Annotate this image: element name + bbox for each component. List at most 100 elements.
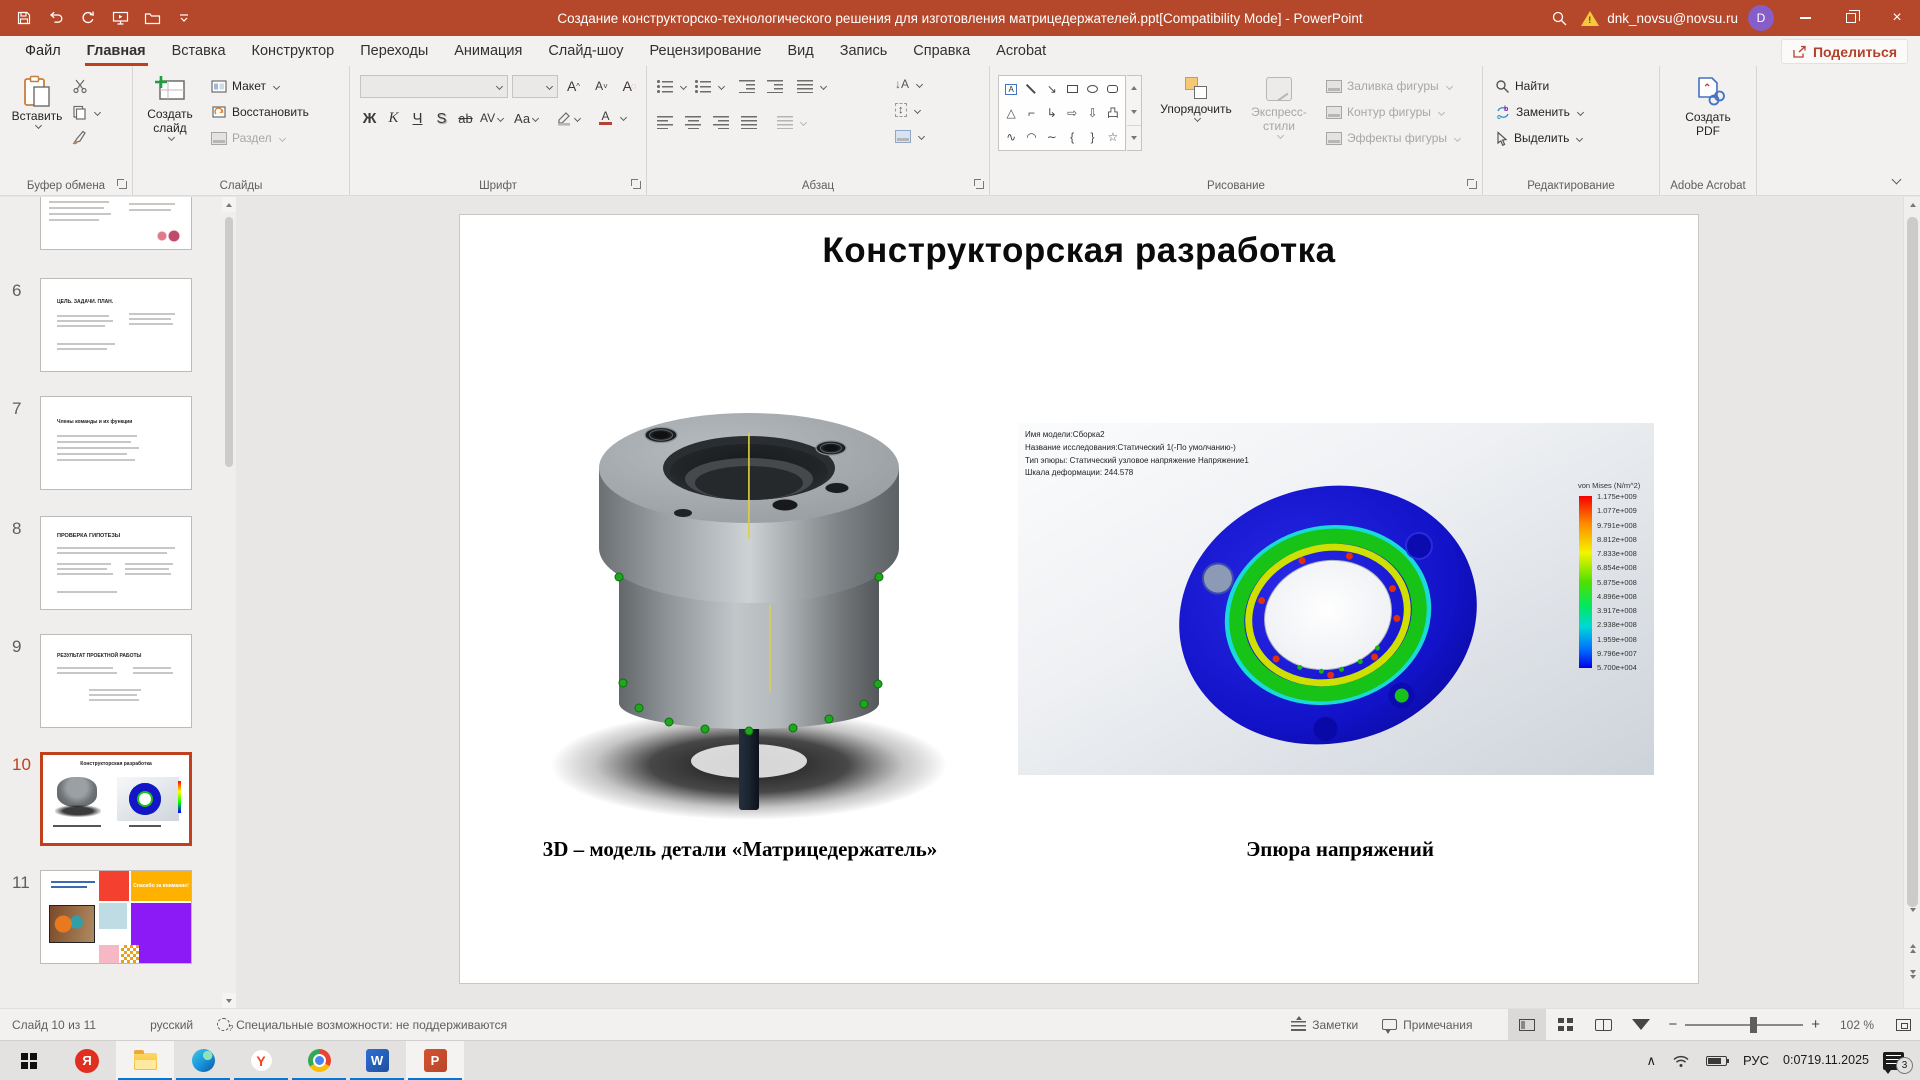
character-spacing-button[interactable]: AV xyxy=(480,106,503,130)
close-button[interactable]: × xyxy=(1874,0,1920,36)
italic-button[interactable]: К xyxy=(382,106,405,130)
tab-slideshow[interactable]: Слайд-шоу xyxy=(535,36,636,66)
tab-help[interactable]: Справка xyxy=(900,36,983,66)
justify-button[interactable] xyxy=(741,110,757,134)
slideshow-view-button[interactable] xyxy=(1622,1009,1660,1041)
notification-center-button[interactable]: 3 xyxy=(1875,1041,1920,1080)
format-painter-button[interactable] xyxy=(72,126,88,150)
copy-button[interactable] xyxy=(72,100,100,124)
shapes-more-button[interactable] xyxy=(1127,125,1141,150)
language-tray-indicator[interactable]: РУС xyxy=(1735,1041,1777,1080)
align-right-button[interactable] xyxy=(713,110,729,134)
caption-3d-model[interactable]: 3D – модель детали «Матрицедержатель» xyxy=(500,837,980,862)
share-button[interactable]: Поделиться xyxy=(1781,39,1908,64)
next-slide-button[interactable] xyxy=(1905,966,1920,982)
slide-thumbnail-10-selected[interactable]: Конструкторская разработка xyxy=(40,752,192,846)
taskbar-edge[interactable] xyxy=(174,1041,232,1080)
new-slide-button[interactable]: Создать слайд xyxy=(139,70,201,140)
layout-button[interactable]: Макет xyxy=(211,74,279,98)
wifi-icon[interactable] xyxy=(1664,1041,1698,1080)
notes-button[interactable]: Заметки xyxy=(1279,1009,1370,1040)
scroll-up-button[interactable] xyxy=(1905,197,1920,213)
zoom-slider[interactable] xyxy=(1685,1024,1803,1026)
align-center-button[interactable] xyxy=(685,110,701,134)
scroll-up-button[interactable] xyxy=(222,197,236,212)
3d-model-image[interactable] xyxy=(533,353,965,827)
undo-icon[interactable] xyxy=(42,4,70,32)
current-slide[interactable]: Конструкторская разработка xyxy=(460,215,1698,983)
slide-indicator[interactable]: Слайд 10 из 11 xyxy=(0,1009,108,1040)
shape-star-icon[interactable]: ☆ xyxy=(1107,130,1118,144)
slide-thumbnail-9[interactable]: РЕЗУЛЬТАТ ПРОЕКТНОЙ РАБОТЫ xyxy=(40,634,192,728)
tab-animations[interactable]: Анимация xyxy=(441,36,535,66)
slide-thumbnail-partial[interactable] xyxy=(40,197,192,250)
tab-record[interactable]: Запись xyxy=(827,36,901,66)
clear-formatting-button[interactable]: A◌ xyxy=(618,74,641,98)
caption-stress-plot[interactable]: Эпюра напряжений xyxy=(1150,837,1530,862)
shape-effects-button[interactable]: Эффекты фигуры xyxy=(1326,126,1460,150)
line-spacing-button[interactable] xyxy=(797,74,826,98)
slide-thumbnail-6[interactable]: ЦЕЛЬ. ЗАДАЧИ. ПЛАН. xyxy=(40,278,192,372)
slide-sorter-view-button[interactable] xyxy=(1546,1009,1584,1041)
accessibility-status[interactable]: Специальные возможности: не поддерживают… xyxy=(205,1009,519,1040)
select-button[interactable]: Выделить xyxy=(1495,126,1582,150)
shape-scribble-icon[interactable]: ∿ xyxy=(1006,130,1016,144)
taskbar-word[interactable]: W xyxy=(348,1041,406,1080)
shape-elbow-icon[interactable]: ⌐ xyxy=(1028,106,1035,120)
tab-acrobat[interactable]: Acrobat xyxy=(983,36,1059,66)
underline-button[interactable]: Ч xyxy=(406,106,429,130)
zoom-in-button[interactable]: + xyxy=(1811,1016,1820,1033)
cut-button[interactable] xyxy=(72,74,88,98)
tab-insert[interactable]: Вставка xyxy=(159,36,239,66)
shape-triangle-icon[interactable]: △ xyxy=(1007,106,1016,120)
shape-oval-icon[interactable] xyxy=(1087,85,1098,93)
fit-to-window-button[interactable] xyxy=(1886,1009,1920,1041)
convert-smartart-button[interactable] xyxy=(895,124,924,148)
collapse-ribbon-button[interactable] xyxy=(1888,175,1904,187)
scrollbar-thumb[interactable] xyxy=(225,217,233,467)
tab-transitions[interactable]: Переходы xyxy=(347,36,441,66)
zoom-level[interactable]: 102 % xyxy=(1828,1009,1886,1040)
shape-freeform-icon[interactable]: 凸 xyxy=(1107,104,1119,121)
shape-fill-button[interactable]: Заливка фигуры xyxy=(1326,74,1452,98)
strikethrough-button[interactable]: ab xyxy=(454,106,477,130)
slide-thumbnail-11[interactable]: Спасибо за внимание! xyxy=(40,870,192,964)
save-icon[interactable] xyxy=(10,4,38,32)
zoom-slider-thumb[interactable] xyxy=(1750,1017,1757,1033)
shrink-font-button[interactable]: A˅ xyxy=(590,74,613,98)
start-button[interactable] xyxy=(0,1041,58,1080)
increase-indent-button[interactable] xyxy=(767,74,783,98)
redo-icon[interactable] xyxy=(74,4,102,32)
start-slideshow-icon[interactable] xyxy=(106,4,134,32)
restore-button[interactable] xyxy=(1828,0,1874,36)
shape-brace-left-icon[interactable]: { xyxy=(1070,130,1074,144)
reset-button[interactable]: Восстановить xyxy=(211,100,309,124)
create-pdf-button[interactable]: ⌃ Создать PDF xyxy=(1674,71,1742,138)
shape-brace-right-icon[interactable]: } xyxy=(1090,130,1094,144)
shape-rounded-rect-icon[interactable] xyxy=(1107,85,1118,93)
customize-qat-icon[interactable] xyxy=(170,4,198,32)
slide-canvas[interactable]: Конструкторская разработка xyxy=(236,197,1903,1008)
account-email[interactable]: dnk_novsu@novsu.ru xyxy=(1607,11,1738,26)
comments-button[interactable]: Примечания xyxy=(1370,1009,1484,1040)
scrollbar-thumb[interactable] xyxy=(1907,217,1918,907)
open-folder-icon[interactable] xyxy=(138,4,166,32)
taskbar-yandex-browser[interactable]: Я xyxy=(58,1041,116,1080)
shape-elbow-arrow-icon[interactable]: ↳ xyxy=(1047,106,1057,120)
clock[interactable]: 0:07 19.11.2025 xyxy=(1777,1041,1875,1080)
minimize-button[interactable] xyxy=(1782,0,1828,36)
warning-icon[interactable]: ! xyxy=(1581,11,1599,26)
taskbar-yandex-start[interactable]: Y xyxy=(232,1041,290,1080)
text-shadow-button[interactable]: S xyxy=(430,106,453,130)
bullets-button[interactable] xyxy=(657,74,686,98)
scroll-down-button[interactable] xyxy=(222,993,236,1008)
avatar[interactable]: D xyxy=(1748,5,1774,31)
battery-icon[interactable] xyxy=(1698,1041,1735,1080)
language-indicator[interactable]: русский xyxy=(138,1009,205,1040)
taskbar-chrome[interactable] xyxy=(290,1041,348,1080)
arrange-button[interactable]: Упорядочить xyxy=(1150,72,1242,121)
fea-stress-image[interactable]: Имя модели:Сборка2 Название исследования… xyxy=(1018,423,1654,775)
decrease-indent-button[interactable] xyxy=(739,74,755,98)
font-color-button[interactable]: А xyxy=(594,106,617,130)
shape-curve-icon[interactable]: ∼ xyxy=(1047,130,1057,144)
